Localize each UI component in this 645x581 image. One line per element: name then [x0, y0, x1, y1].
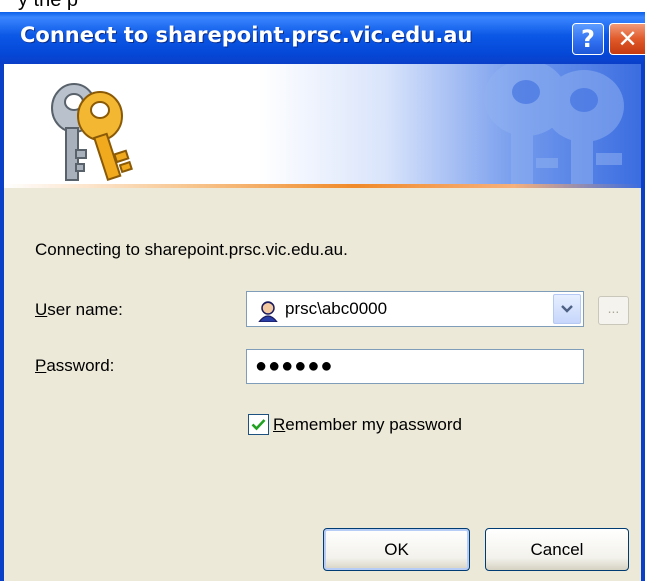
browse-users-button[interactable]: ...: [598, 296, 629, 325]
remember-label-accel: R: [273, 414, 286, 434]
user-icon: [258, 301, 278, 322]
partial-background-text: y the p: [18, 0, 79, 11]
remember-label-text: emember my password: [285, 414, 462, 434]
connect-dialog: Connect to sharepoint.prsc.vic.edu.au ? …: [0, 12, 645, 581]
keys-watermark-icon: [484, 64, 624, 188]
keys-icon: [51, 83, 133, 181]
ok-button[interactable]: OK: [323, 528, 470, 571]
password-field[interactable]: ●●●●●●: [246, 349, 584, 384]
connecting-message: Connecting to sharepoint.prsc.vic.edu.au…: [35, 240, 348, 259]
password-value: ●●●●●●: [255, 355, 334, 377]
header-banner: [4, 64, 641, 188]
password-label: Password:: [35, 356, 114, 376]
chevron-down-icon: [561, 305, 573, 313]
help-button[interactable]: ?: [572, 23, 604, 55]
cancel-button[interactable]: Cancel: [485, 528, 629, 571]
password-label-accel: P: [35, 356, 47, 375]
close-icon: ✕: [617, 25, 638, 53]
user-name-combobox[interactable]: prsc\abc0000: [246, 291, 584, 327]
user-name-dropdown-button[interactable]: [553, 294, 581, 324]
dialog-title: Connect to sharepoint.prsc.vic.edu.au: [20, 23, 473, 47]
user-name-value: prsc\abc0000: [285, 299, 388, 318]
password-label-text: assword:: [46, 356, 115, 375]
user-name-label: User name:: [35, 300, 123, 320]
background-partial-text: y the p: [0, 0, 645, 12]
title-bar[interactable]: Connect to sharepoint.prsc.vic.edu.au ? …: [0, 12, 645, 64]
close-button[interactable]: ✕: [609, 23, 645, 55]
remember-password-label: Remember my password: [273, 415, 462, 435]
checkmark-icon: [251, 419, 266, 431]
help-icon: ?: [581, 25, 595, 53]
user-name-label-text: ser name:: [47, 300, 123, 319]
user-name-label-accel: U: [35, 300, 48, 319]
dialog-body: Connecting to sharepoint.prsc.vic.edu.au…: [4, 188, 641, 581]
remember-password-option[interactable]: Remember my password: [248, 414, 462, 435]
remember-password-checkbox[interactable]: [248, 414, 269, 435]
